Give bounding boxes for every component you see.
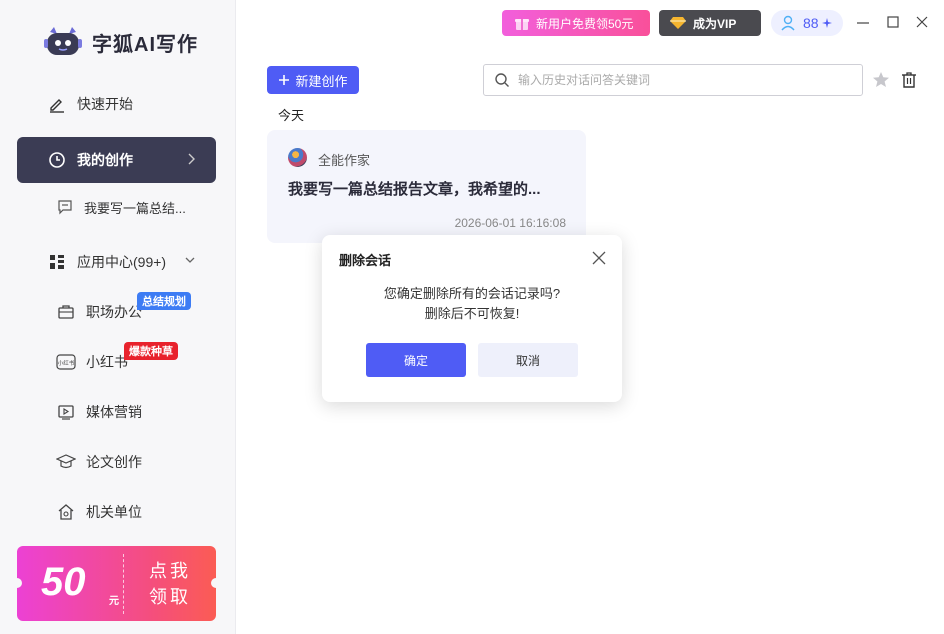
government-building-icon [56,502,76,522]
recent-conversation-label: 我要写一篇总结... [84,200,186,216]
app-name: 字狐AI写作 [92,33,198,56]
dialog-message-line2: 删除后不可恢复! [424,306,520,321]
video-icon [56,402,76,422]
dialog-message-line1: 您确定删除所有的会话记录吗? [383,286,561,301]
promo-cta: 点我领取 [149,561,191,607]
become-vip-label: 成为VIP [693,16,737,31]
sparkle-icon [821,18,832,28]
recent-conversation-item[interactable]: 我要写一篇总结... [56,192,216,222]
search-icon [494,72,510,88]
promo-amount: 50 [41,560,86,604]
delete-conversation-dialog: 删除会话 您确定删除所有的会话记录吗? 删除后不可恢复! 确定 取消 [322,235,622,402]
nav-quick-start-label: 快速开始 [77,96,133,112]
app-item-media[interactable]: 媒体营销 [56,397,226,427]
app-item-xiaohongshu-label: 小红书 [86,354,128,370]
pen-icon [47,94,67,114]
sidebar: 字狐AI写作 快速开始 我的创作 我要写一篇总结... 应用中心(99+) 职场… [0,0,236,634]
nav-app-center[interactable]: 应用中心(99+) [17,239,216,285]
app-logo: 字狐AI写作 [44,26,198,58]
user-points-button[interactable]: 88 [771,10,843,36]
plus-icon [278,74,290,86]
conversation-card[interactable]: 全能作家 我要写一篇总结报告文章，我希望的... 2026-06-01 16:1… [267,130,586,243]
chevron-down-icon [183,253,197,270]
app-item-xiaohongshu[interactable]: 小红书 小红书 爆款种草 [56,342,226,377]
app-item-government[interactable]: 机关单位 [56,497,226,527]
app-item-thesis-label: 论文创作 [86,454,142,470]
user-avatar-icon [779,14,797,32]
search-input[interactable] [518,73,838,87]
user-points-value: 88 [803,15,819,31]
diamond-icon [669,16,687,30]
nav-my-creations[interactable]: 我的创作 [17,137,216,183]
fox-robot-logo-icon [44,26,82,58]
chevron-right-icon [186,151,196,170]
app-item-office-label: 职场办公 [86,304,142,320]
confirm-button[interactable]: 确定 [366,343,466,377]
cancel-button[interactable]: 取消 [478,343,578,377]
chat-bubble-icon [56,198,74,216]
close-icon[interactable] [592,251,606,265]
new-user-offer-button[interactable]: 新用户免费领50元 [502,10,650,36]
maximize-icon[interactable] [885,14,901,30]
history-search [483,64,863,96]
minimize-icon[interactable] [855,14,871,30]
card-timestamp: 2026-06-01 16:16:08 [454,216,566,230]
new-creation-label: 新建创作 [295,73,348,89]
briefcase-icon [56,302,76,322]
date-group-label: 今天 [278,108,305,123]
promo-unit: 元 [109,596,119,607]
app-window: 字狐AI写作 快速开始 我的创作 我要写一篇总结... 应用中心(99+) 职场… [0,0,944,634]
author-avatar [288,148,307,167]
svg-text:小红书: 小红书 [58,359,75,367]
app-tag-badge: 总结规划 [137,292,191,310]
app-tag-badge: 爆款种草 [124,342,178,360]
clock-icon [47,150,67,170]
card-title: 我要写一篇总结报告文章，我希望的... [288,181,541,198]
dialog-message: 您确定删除所有的会话记录吗? 删除后不可恢复! [322,284,622,324]
star-icon[interactable] [872,71,890,89]
grid-icon [47,252,67,272]
nav-app-center-label: 应用中心(99+) [77,254,167,270]
new-creation-button[interactable]: 新建创作 [267,66,359,94]
close-window-icon[interactable] [914,14,930,30]
become-vip-button[interactable]: 成为VIP [659,10,761,36]
card-author: 全能作家 [318,153,371,168]
gift-icon [514,15,530,31]
nav-quick-start[interactable]: 快速开始 [17,81,216,127]
graduation-cap-icon [56,452,76,472]
app-item-media-label: 媒体营销 [86,404,142,420]
app-item-thesis[interactable]: 论文创作 [56,447,226,477]
app-item-office[interactable]: 职场办公 总结规划 [56,292,226,327]
promo-banner[interactable]: 50 元 点我领取 [17,546,216,621]
app-item-government-label: 机关单位 [86,504,142,520]
trash-icon[interactable] [900,71,918,89]
new-user-offer-label: 新用户免费领50元 [536,16,634,31]
nav-my-creations-label: 我的创作 [77,152,133,168]
xiaohongshu-icon: 小红书 [56,352,76,372]
dialog-title: 删除会话 [339,253,392,268]
